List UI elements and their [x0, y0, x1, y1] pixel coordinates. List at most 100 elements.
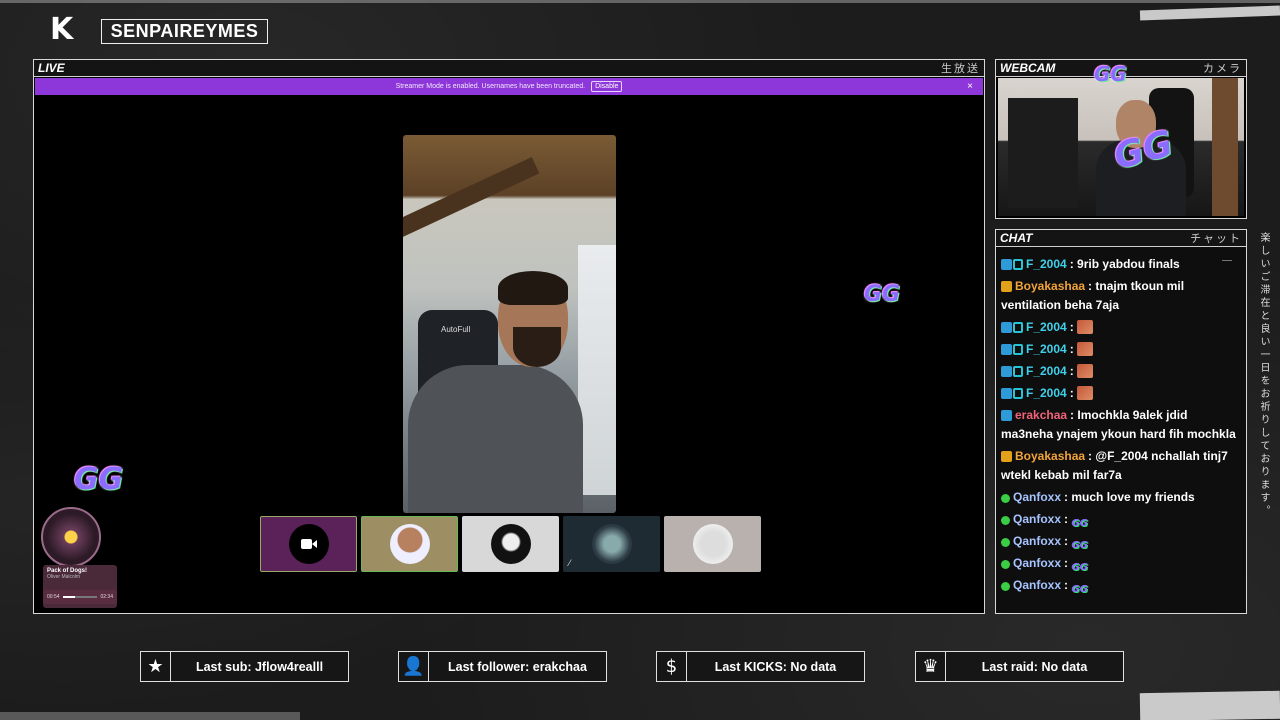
box-badge-icon	[1013, 259, 1023, 270]
webcam-title: WEBCAM	[1000, 61, 1056, 75]
streamer-mode-banner: Streamer Mode is enabled. Usernames have…	[35, 78, 983, 95]
webcam-title-jp: カメラ	[1203, 62, 1242, 75]
stat-text: Last KICKS: No data	[714, 659, 837, 674]
user-badges	[1001, 322, 1023, 333]
chat-username[interactable]: Boyakashaa	[1015, 279, 1085, 293]
participant-avatar	[490, 524, 531, 564]
user-badges	[1001, 410, 1012, 421]
green-badge-icon	[1001, 538, 1010, 547]
stat-text: Last raid: No data	[981, 659, 1088, 674]
channel-name: SENPAIREYMES	[101, 19, 268, 44]
user-badges	[1001, 388, 1023, 399]
disable-streamer-mode-button[interactable]: Disable	[591, 81, 623, 92]
user-badges	[1001, 259, 1023, 270]
chat-message: F_2004:	[1001, 318, 1242, 337]
chat-username[interactable]: Qanfoxx	[1013, 490, 1061, 504]
add-user-icon: 👤	[399, 652, 429, 681]
chat-username[interactable]: F_2004	[1026, 364, 1067, 378]
gold-badge-icon	[1001, 451, 1012, 462]
participant-avatar	[591, 524, 632, 564]
chat-separator: :	[1069, 342, 1078, 356]
chat-message: Qanfoxx: GG	[1001, 576, 1242, 595]
thumbnail-camera[interactable]	[260, 516, 357, 572]
user-badges	[1001, 366, 1023, 377]
frame-edge-torn-bottom-right	[1139, 690, 1280, 720]
chat-message: Qanfoxx: much love my friends	[1001, 488, 1242, 507]
blue-badge-icon	[1001, 366, 1012, 377]
chat-separator: :	[1064, 556, 1072, 570]
blue-badge-icon	[1001, 344, 1012, 355]
chat-text: much love my friends	[1071, 490, 1195, 504]
chat-message: Boyakashaa: tnajm tkoun mil ventilation …	[1001, 277, 1242, 315]
user-badges	[1001, 516, 1010, 525]
video-person-beard	[513, 327, 561, 367]
stat-text: Last sub: Jflow4realll	[195, 659, 324, 674]
thumbnail-participant-4[interactable]	[664, 516, 761, 572]
webcam-shelf	[1008, 98, 1078, 208]
participant-avatar	[389, 524, 430, 564]
box-badge-icon	[1013, 388, 1023, 399]
chat-message-list: F_2004: 9rib yabdou finals Boyakashaa: tn…	[1001, 255, 1242, 598]
video-person-body	[408, 365, 583, 513]
chat-message: erakchaa: Imochkla 9alek jdid ma3neha yn…	[1001, 406, 1242, 444]
blue-badge-icon	[1001, 259, 1012, 270]
chat-separator: :	[1069, 386, 1078, 400]
gg-emote-icon: GG	[1071, 562, 1088, 573]
chat-username[interactable]: erakchaa	[1015, 408, 1067, 422]
chat-username[interactable]: F_2004	[1026, 342, 1067, 356]
live-panel: LIVE 生放送 Streamer Mode is enabled. Usern…	[33, 59, 985, 614]
gg-logo-webcam-top: GG	[1094, 62, 1127, 86]
participant-thumbnails: ⁄	[260, 516, 761, 572]
stat-box: 👤 Last follower: erakchaa	[398, 651, 607, 682]
frame-edge-top	[0, 0, 1280, 3]
gg-logo-music: GG	[74, 462, 124, 497]
blue-badge-icon	[1001, 388, 1012, 399]
live-title-jp: 生放送	[941, 62, 980, 75]
song-progress-fill	[62, 596, 75, 598]
chat-message: F_2004:	[1001, 340, 1242, 359]
webcam-door	[1212, 78, 1238, 216]
song-artist: Oliver Malcolm	[47, 574, 81, 580]
user-badges	[1001, 560, 1010, 569]
gg-emote-icon: GG	[1071, 540, 1088, 551]
video-person-hair	[498, 271, 568, 305]
green-badge-icon	[1001, 560, 1010, 569]
music-disc-icon	[41, 507, 101, 567]
chat-title-jp: チャット	[1190, 232, 1242, 245]
thumbnail-participant-1[interactable]	[361, 516, 458, 572]
chat-message: F_2004:	[1001, 362, 1242, 381]
blue-badge-icon	[1001, 410, 1012, 421]
chat-username[interactable]: Qanfoxx	[1013, 512, 1061, 526]
crown-icon: ♛	[916, 652, 946, 681]
chair-brand-label: AutoFull	[441, 325, 471, 334]
chat-message: F_2004: 9rib yabdou finals	[1001, 255, 1242, 274]
muted-mic-icon: ⁄	[569, 558, 571, 568]
stat-box: ★ Last sub: Jflow4realll	[140, 651, 349, 682]
chat-separator: :	[1069, 320, 1078, 334]
kick-logo: K	[50, 12, 74, 47]
chat-title: CHAT	[1000, 231, 1033, 245]
gold-badge-icon	[1001, 281, 1012, 292]
box-badge-icon	[1013, 366, 1023, 377]
chat-username[interactable]: F_2004	[1026, 257, 1067, 271]
chat-message: F_2004:	[1001, 384, 1242, 403]
chat-separator: :	[1064, 578, 1072, 592]
thumbnail-participant-3[interactable]: ⁄	[563, 516, 660, 572]
user-badges	[1001, 538, 1010, 547]
banner-text: Streamer Mode is enabled. Usernames have…	[395, 83, 586, 90]
live-panel-header: LIVE 生放送	[34, 60, 984, 77]
chat-username[interactable]: Qanfoxx	[1013, 578, 1061, 592]
chat-username[interactable]: F_2004	[1026, 386, 1067, 400]
thumbnail-participant-2[interactable]	[462, 516, 559, 572]
photo-emote-icon	[1077, 342, 1094, 356]
main-video-feed[interactable]: AutoFull	[403, 135, 616, 513]
chat-message: Boyakashaa: @F_2004 nchallah tinj7 wtekl…	[1001, 447, 1242, 485]
webcam-panel: WEBCAM カメラ GG GG	[995, 59, 1247, 219]
user-badges	[1001, 344, 1023, 355]
chat-message: Qanfoxx: GG	[1001, 532, 1242, 551]
chat-username[interactable]: F_2004	[1026, 320, 1067, 334]
chat-username[interactable]: Boyakashaa	[1015, 449, 1085, 463]
banner-close-icon[interactable]: ×	[967, 81, 973, 92]
chat-username[interactable]: Qanfoxx	[1013, 534, 1061, 548]
chat-username[interactable]: Qanfoxx	[1013, 556, 1061, 570]
